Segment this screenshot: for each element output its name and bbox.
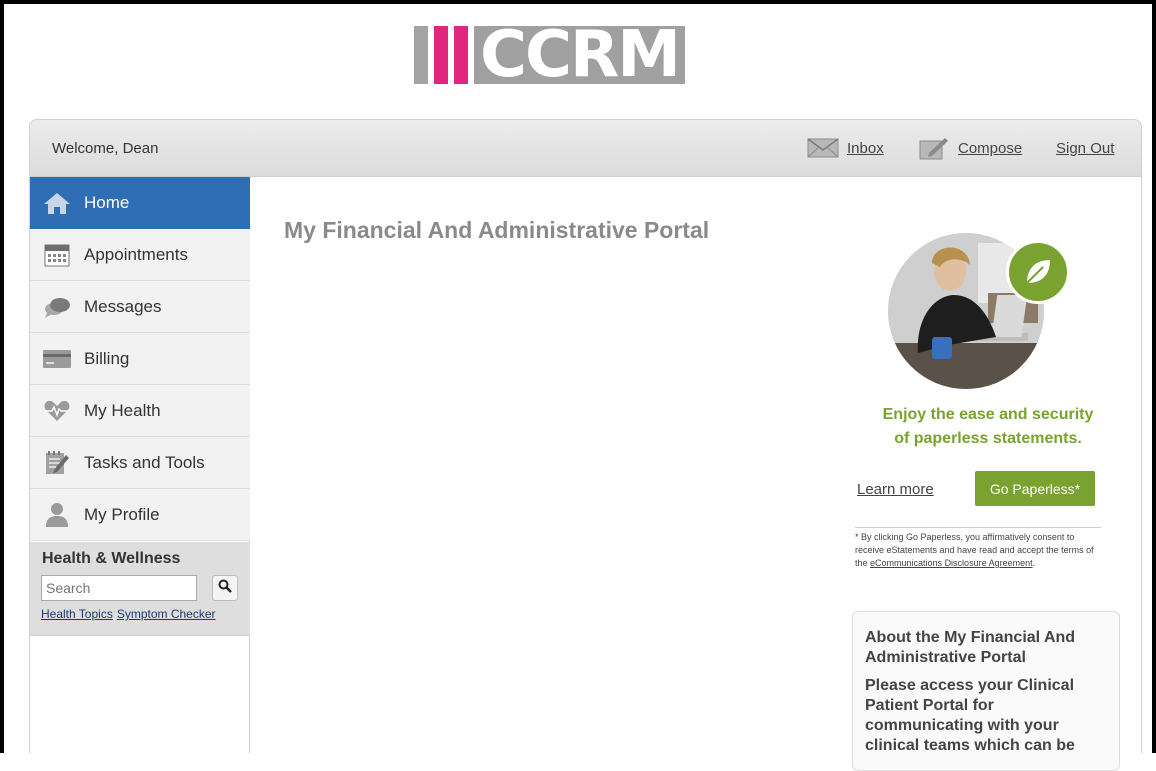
logo-bar-pink-2 <box>454 26 468 84</box>
window-frame-right <box>1152 0 1156 753</box>
sidebar-item-label: My Health <box>84 400 161 420</box>
notepad-pencil-icon <box>42 450 72 476</box>
calendar-icon <box>42 242 72 268</box>
page-title: My Financial And Administrative Portal <box>284 217 710 243</box>
paperless-headline: Enjoy the ease and security of paperless… <box>838 403 1138 451</box>
chat-bubbles-icon <box>42 294 72 320</box>
person-icon <box>42 502 72 528</box>
sidebar-item-label: Home <box>84 193 130 212</box>
envelope-icon[interactable] <box>807 138 839 163</box>
ccrm-logo: CCRM <box>414 26 685 84</box>
health-topics-link[interactable]: Health Topics <box>41 607 113 621</box>
sidebar-item-messages[interactable]: Messages <box>30 281 250 333</box>
disclaimer-end: . <box>1032 558 1036 568</box>
about-title: About the My Financial And Administrativ… <box>865 629 1076 666</box>
ecommunications-agreement-link[interactable]: eCommunications Disclosure Agreement <box>870 558 1033 568</box>
symptom-checker-link[interactable]: Symptom Checker <box>117 607 216 621</box>
health-links: Health Topics Symptom Checker <box>41 607 220 621</box>
about-portal-box: About the My Financial And Administrativ… <box>852 611 1120 771</box>
leaf-icon <box>1006 240 1070 304</box>
sidebar-item-my-health[interactable]: My Health <box>30 385 250 437</box>
top-header-bar: Welcome, Dean Inbox Compose Sign Out <box>29 119 1142 177</box>
compose-pencil-icon[interactable] <box>919 136 949 165</box>
window-frame-top <box>0 0 1156 4</box>
about-body: Please access your Clinical Patient Port… <box>865 677 1075 754</box>
sidebar-item-appointments[interactable]: Appointments <box>30 229 250 281</box>
sidebar-item-my-profile[interactable]: My Profile <box>30 489 250 541</box>
main-content: My Financial And Administrative Portal E… <box>250 177 1142 771</box>
inbox-link[interactable]: Inbox <box>847 140 884 157</box>
paperless-headline-line-1: Enjoy the ease and security <box>882 406 1094 423</box>
sidebar-item-tasks-and-tools[interactable]: Tasks and Tools <box>30 437 250 489</box>
paperless-headline-line-2: of paperless statements. <box>894 430 1082 447</box>
health-wellness-panel: Health & Wellness Health Topics Symptom C… <box>30 542 250 636</box>
go-paperless-button[interactable]: Go Paperless* <box>975 471 1095 506</box>
health-search-input[interactable] <box>41 575 197 601</box>
sidebar-item-label: Tasks and Tools <box>84 452 205 472</box>
compose-link[interactable]: Compose <box>958 140 1022 157</box>
logo-bar-pink-1 <box>434 26 448 84</box>
logo-bar-gray <box>414 26 428 84</box>
home-icon <box>42 190 72 216</box>
sidebar-item-label: Billing <box>84 348 130 368</box>
sidebar-item-label: Appointments <box>84 244 188 264</box>
sign-out-link[interactable]: Sign Out <box>1056 140 1114 157</box>
sidebar-item-home[interactable]: Home <box>30 177 280 229</box>
welcome-text: Welcome, Dean <box>52 140 159 157</box>
sidebar-item-label: My Profile <box>84 504 160 524</box>
sidebar-item-billing[interactable]: Billing <box>30 333 250 385</box>
logo-text: CCRM <box>474 26 685 84</box>
paperless-disclaimer: * By clicking Go Paperless, you affirmat… <box>855 527 1101 570</box>
window-frame-left <box>0 0 4 753</box>
credit-card-icon <box>42 346 72 372</box>
health-wellness-title: Health & Wellness <box>42 550 181 567</box>
sidebar-nav: Home Appointments Messages Billing My He… <box>29 177 280 753</box>
health-search-button[interactable] <box>212 575 238 601</box>
sidebar-item-label: Messages <box>84 296 162 316</box>
search-icon <box>218 579 232 598</box>
heart-pulse-icon <box>42 398 72 424</box>
learn-more-link[interactable]: Learn more <box>857 481 934 498</box>
